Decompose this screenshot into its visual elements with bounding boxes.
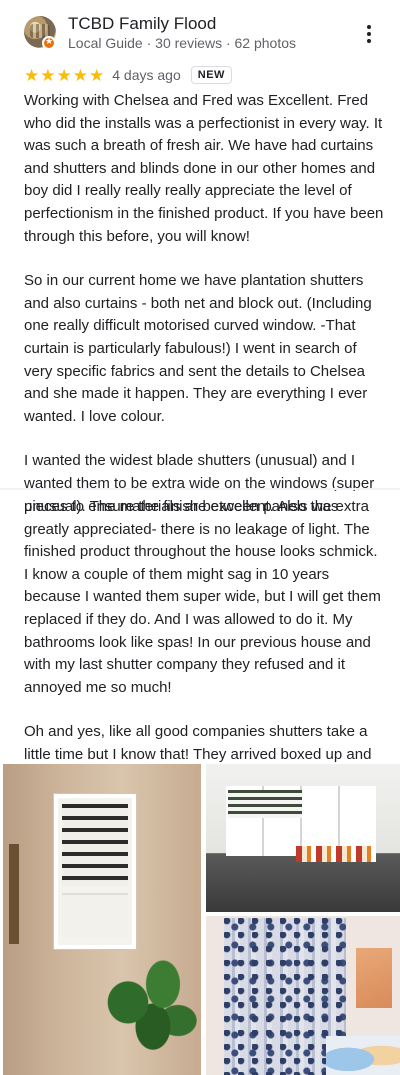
review-photo-gallery: [0, 764, 400, 1075]
review-text: Working with Chelsea and Fred was Excell…: [24, 90, 384, 540]
bed-pillows: [326, 1036, 400, 1075]
photo-plantation-shutter-window[interactable]: [3, 764, 201, 1075]
picture-frame: [9, 844, 19, 944]
review-time: 4 days ago: [112, 67, 181, 83]
rating-row: ★ ★ ★ ★ ★ 4 days ago NEW: [24, 64, 232, 86]
wall-art: [356, 948, 392, 1008]
reviewer-meta: Local Guide · 30 reviews · 62 photos: [68, 35, 297, 51]
shutter-louvres: [62, 804, 128, 886]
star-rating: ★ ★ ★ ★ ★: [24, 67, 104, 84]
star-icon: ★: [24, 65, 40, 85]
photo-patterned-curtains[interactable]: [206, 916, 400, 1075]
star-icon: ★: [40, 65, 56, 85]
reviewer-name[interactable]: TCBD Family Flood: [68, 14, 216, 34]
open-slats: [228, 790, 302, 818]
review-paragraph: pieces to ensure the finish between pane…: [24, 498, 381, 696]
star-icon: ★: [56, 65, 72, 85]
screenshot-seam-divider: [0, 488, 400, 490]
shutter-window: [54, 794, 136, 949]
ornament-shelf: [296, 846, 376, 862]
review-paragraph: Working with Chelsea and Fred was Excell…: [24, 92, 384, 245]
shutter-lower-panel: [62, 893, 128, 938]
review-paragraph: So in our current home we have plantatio…: [24, 272, 372, 425]
photo-shutters-dining-room[interactable]: [206, 764, 400, 912]
review-header: TCBD Family Flood Local Guide · 30 revie…: [0, 0, 400, 62]
more-vert-icon[interactable]: [355, 20, 383, 48]
star-icon: ★: [72, 65, 88, 85]
star-icon: ★: [89, 65, 105, 85]
local-guide-badge-icon: [42, 36, 56, 50]
plant: [98, 954, 198, 1075]
new-badge: NEW: [190, 66, 232, 84]
